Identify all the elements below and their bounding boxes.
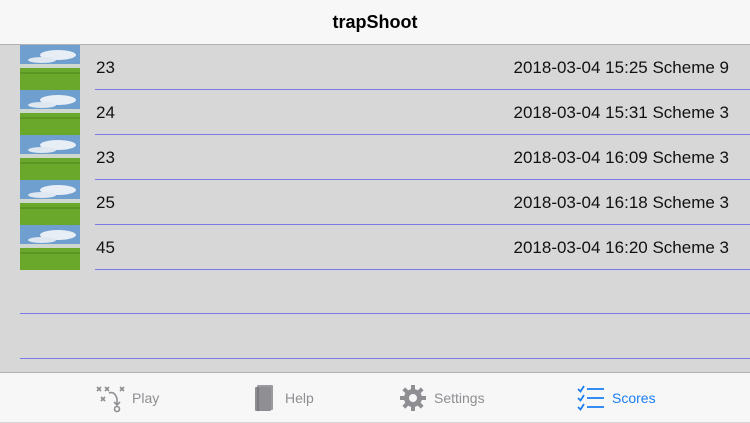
score-value: 25 [96, 193, 115, 212]
tab-scores[interactable]: Scores [574, 373, 656, 423]
page-title: trapShoot [332, 12, 418, 32]
score-date-scheme: 2018-03-04 16:18 Scheme 3 [513, 193, 730, 212]
gear-icon [396, 383, 430, 413]
field-thumbnail [20, 90, 80, 135]
scores-list[interactable]: 23 2018-03-04 15:25 Scheme 9 24 2018-03-… [0, 45, 750, 372]
field-thumbnail [20, 135, 80, 180]
score-value: 23 [96, 148, 115, 167]
score-date-scheme: 2018-03-04 16:09 Scheme 3 [513, 148, 730, 167]
navigation-bar: trapShoot [0, 0, 750, 45]
field-thumbnail [20, 45, 80, 90]
score-date-scheme: 2018-03-04 15:31 Scheme 3 [513, 103, 730, 122]
tab-label: Scores [612, 390, 656, 406]
tab-label: Play [132, 390, 160, 406]
score-value: 45 [96, 238, 115, 257]
table-row[interactable]: 45 2018-03-04 16:20 Scheme 3 [0, 225, 750, 270]
book-icon [247, 383, 281, 413]
score-value: 23 [96, 58, 115, 77]
tab-help[interactable]: Help [247, 373, 314, 423]
table-row[interactable]: 24 2018-03-04 15:31 Scheme 3 [0, 90, 750, 135]
tab-play[interactable]: Play [94, 373, 159, 423]
score-date-scheme: 2018-03-04 16:20 Scheme 3 [513, 238, 730, 257]
play-playbook-icon [94, 383, 128, 413]
tab-label: Help [285, 390, 314, 406]
score-date-scheme: 2018-03-04 15:25 Scheme 9 [513, 58, 730, 77]
empty-row-separator [20, 313, 750, 314]
table-row[interactable]: 23 2018-03-04 15:25 Scheme 9 [0, 45, 750, 90]
tab-settings[interactable]: Settings [396, 373, 485, 423]
row-separator [95, 269, 750, 270]
score-value: 24 [96, 103, 115, 122]
checklist-icon [574, 383, 608, 413]
table-row[interactable]: 25 2018-03-04 16:18 Scheme 3 [0, 180, 750, 225]
table-row[interactable]: 23 2018-03-04 16:09 Scheme 3 [0, 135, 750, 180]
field-thumbnail [20, 180, 80, 225]
tab-label: Settings [434, 390, 485, 406]
tab-bar: Play Help Settings Scores [0, 372, 750, 422]
field-thumbnail [20, 225, 80, 270]
empty-row-separator [20, 358, 750, 359]
